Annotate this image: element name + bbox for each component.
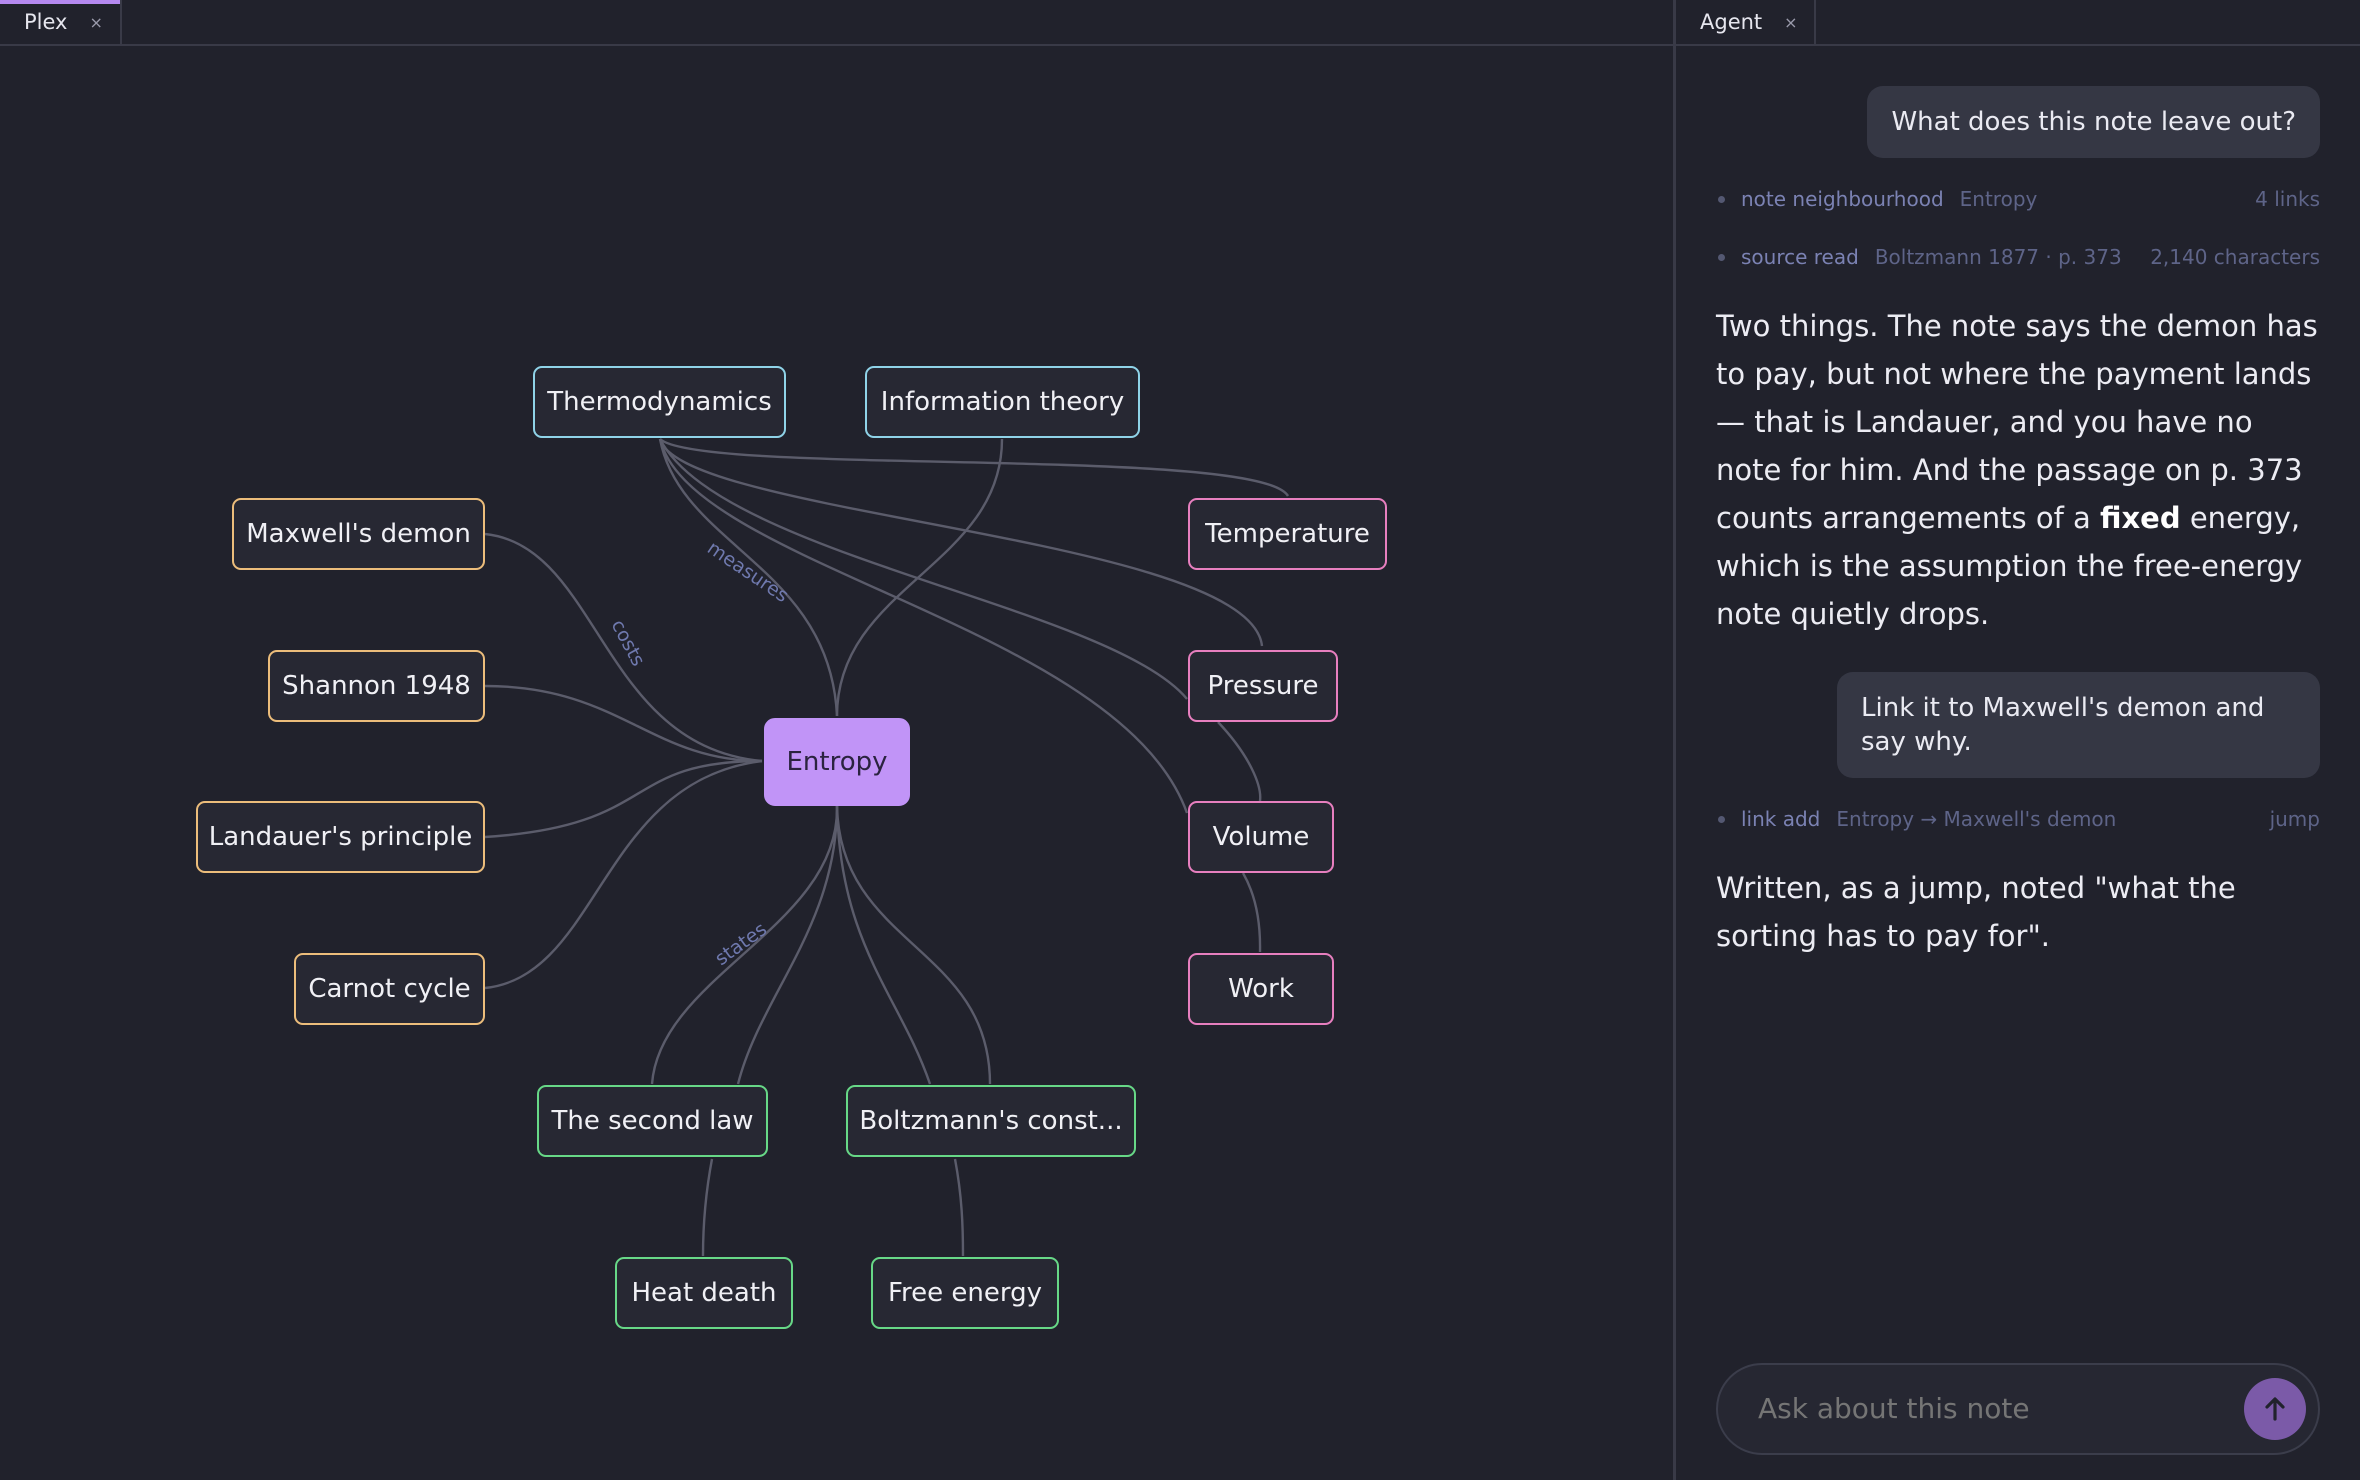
close-icon[interactable]: ×	[89, 13, 102, 32]
send-button[interactable]	[2244, 1378, 2306, 1440]
tool-argument: Entropy	[1959, 187, 2038, 211]
tab-plex[interactable]: Plex ×	[0, 0, 122, 44]
agent-answer: Written, as a jump, noted "what the sort…	[1716, 864, 2320, 960]
tool-name: source read	[1741, 245, 1859, 269]
node-label: Work	[1228, 974, 1294, 1004]
node-label: Free energy	[887, 1278, 1043, 1308]
arrow-up-icon	[2265, 1397, 2285, 1421]
node-shannon-1948[interactable]: Shannon 1948	[268, 650, 485, 722]
user-message-text: Link it to Maxwell's demon and say why.	[1861, 693, 2265, 757]
tool-meta: 2,140 characters	[2150, 245, 2320, 269]
edge-entropy-boltzmann	[835, 805, 932, 1085]
tool-name: note neighbourhood	[1741, 187, 1944, 211]
bullet-icon	[1718, 253, 1725, 261]
edge-label-measures: measures	[703, 537, 792, 607]
agent-pane: Agent × What does this note leave out? n…	[1676, 0, 2360, 1480]
user-message: What does this note leave out?	[1867, 86, 2320, 158]
tool-name: link add	[1741, 807, 1821, 831]
graph-canvas[interactable]: measures costs states Thermodynamics Inf…	[0, 46, 1675, 1480]
node-information-theory[interactable]: Information theory	[865, 366, 1140, 438]
node-label: Shannon 1948	[282, 671, 471, 701]
tool-call-row[interactable]: note neighbourhood Entropy 4 links	[1716, 184, 2320, 214]
tool-argument: Boltzmann 1877 · p. 373	[1874, 245, 2122, 269]
answer-text: Written, as a jump, noted "what the sort…	[1716, 871, 2236, 953]
chat-input[interactable]	[1758, 1365, 2228, 1453]
node-label: Temperature	[1205, 519, 1370, 549]
node-label: Heat death	[631, 1278, 777, 1308]
node-label: Thermodynamics	[547, 387, 772, 417]
node-label: Volume	[1212, 822, 1310, 852]
edge-second-law-heat-death	[701, 1158, 714, 1257]
user-message-text: What does this note leave out?	[1891, 107, 2296, 137]
app-window: Plex × measures costs states Thermodynam…	[0, 0, 2360, 1480]
node-label: Entropy	[786, 747, 888, 777]
bullet-icon	[1718, 195, 1725, 203]
node-second-law[interactable]: The second law	[537, 1085, 768, 1157]
graph-tabbar: Plex ×	[0, 0, 1675, 46]
node-label: Maxwell's demon	[246, 519, 471, 549]
tool-meta: jump	[2269, 807, 2320, 831]
agent-tabbar: Agent ×	[1676, 0, 2360, 46]
edge-boltzmann-free-energy	[953, 1158, 965, 1257]
tab-agent[interactable]: Agent ×	[1676, 0, 1816, 44]
edge-landauer-entropy	[484, 759, 763, 839]
node-pressure[interactable]: Pressure	[1188, 650, 1338, 722]
edge-shannon-entropy	[484, 684, 763, 763]
node-free-energy[interactable]: Free energy	[871, 1257, 1059, 1329]
node-label: Pressure	[1207, 671, 1319, 701]
node-boltzmanns-const[interactable]: Boltzmann's const...	[846, 1085, 1136, 1157]
node-temperature[interactable]: Temperature	[1188, 498, 1387, 570]
answer-emphasis: fixed	[2099, 501, 2181, 535]
tool-call-row[interactable]: link add Entropy → Maxwell's demon jump	[1716, 804, 2320, 834]
node-maxwells-demon[interactable]: Maxwell's demon	[232, 498, 485, 570]
tool-argument: Entropy → Maxwell's demon	[1836, 807, 2117, 831]
node-carnot-cycle[interactable]: Carnot cycle	[294, 953, 485, 1025]
edge-information-theory-entropy	[835, 438, 1004, 717]
agent-answer: Two things. The note says the demon has …	[1716, 302, 2320, 638]
tab-agent-label: Agent	[1700, 10, 1763, 34]
tab-plex-label: Plex	[24, 10, 68, 34]
chat-composer	[1716, 1363, 2320, 1455]
tool-call-row[interactable]: source read Boltzmann 1877 · p. 373 2,14…	[1716, 242, 2320, 272]
node-entropy-center[interactable]: Entropy	[764, 718, 910, 806]
graph-pane: Plex × measures costs states Thermodynam…	[0, 0, 1675, 1480]
node-thermodynamics[interactable]: Thermodynamics	[533, 366, 786, 438]
node-label: Landauer's principle	[208, 822, 473, 852]
edge-volume-work	[1241, 872, 1262, 953]
node-landauers-principle[interactable]: Landauer's principle	[196, 801, 485, 873]
node-volume[interactable]: Volume	[1188, 801, 1334, 873]
node-label: Information theory	[880, 387, 1125, 417]
tool-meta: 4 links	[2255, 187, 2320, 211]
edge-label-costs: costs	[607, 616, 650, 670]
edge-label-states: states	[711, 918, 771, 970]
node-label: Boltzmann's const...	[859, 1106, 1123, 1136]
node-label: Carnot cycle	[308, 974, 471, 1004]
edge-pressure-volume	[1217, 721, 1262, 802]
user-message: Link it to Maxwell's demon and say why.	[1837, 672, 2320, 778]
bullet-icon	[1718, 815, 1725, 823]
node-work[interactable]: Work	[1188, 953, 1334, 1025]
node-label: The second law	[551, 1106, 754, 1136]
node-heat-death[interactable]: Heat death	[615, 1257, 793, 1329]
close-icon[interactable]: ×	[1784, 13, 1797, 32]
